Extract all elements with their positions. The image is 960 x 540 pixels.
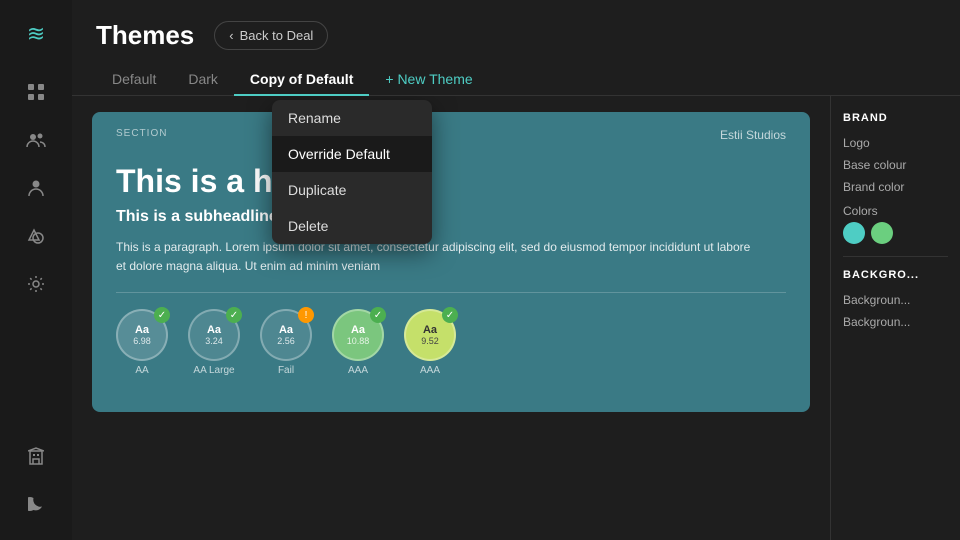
context-menu-override-default[interactable]: Override Default — [272, 136, 432, 172]
contrast-circle-aa-large: Aa 3.24 ✓ — [188, 309, 240, 361]
brand-section-title: BRAND — [843, 112, 948, 124]
color-dot-1[interactable] — [843, 222, 865, 244]
header: Themes ‹ Back to Deal — [72, 0, 960, 51]
color-dot-2[interactable] — [871, 222, 893, 244]
content-area: Rename Override Default Duplicate Delete… — [72, 96, 960, 540]
preview-headline: This is a headline — [116, 163, 786, 200]
right-item-background-1[interactable]: Backgroun... — [843, 293, 948, 307]
tab-dark[interactable]: Dark — [172, 63, 234, 95]
studio-label: Estii Studios — [720, 128, 786, 142]
context-menu: Rename Override Default Duplicate Delete — [272, 100, 432, 244]
badge-aa: ✓ — [154, 307, 170, 323]
contrast-aa: Aa 6.98 ✓ AA — [116, 309, 168, 376]
context-menu-delete[interactable]: Delete — [272, 208, 432, 244]
contrast-aaa-2: Aa 9.52 ✓ AAA — [404, 309, 456, 376]
right-item-base-colour[interactable]: Base colour — [843, 158, 948, 172]
right-item-brand-color[interactable]: Brand color — [843, 180, 948, 194]
section-label: SECTION — [116, 128, 167, 139]
tab-copy-of-default[interactable]: Copy of Default — [234, 63, 369, 95]
badge-aa-large: ✓ — [226, 307, 242, 323]
person-icon[interactable] — [16, 168, 56, 208]
back-chevron-icon: ‹ — [229, 28, 233, 43]
context-menu-duplicate[interactable]: Duplicate — [272, 172, 432, 208]
back-button-label: Back to Deal — [240, 28, 314, 43]
colors-label: Colors — [843, 204, 948, 218]
grid-icon[interactable] — [16, 72, 56, 112]
back-to-deal-button[interactable]: ‹ Back to Deal — [214, 21, 328, 50]
right-panel: BRAND Logo Base colour Brand color Color… — [830, 96, 960, 540]
tabs-bar: Default Dark Copy of Default + New Theme — [72, 51, 960, 96]
page-title: Themes — [96, 20, 194, 51]
badge-fail: ! — [298, 307, 314, 323]
contrast-aaa-1: Aa 10.88 ✓ AAA — [332, 309, 384, 376]
main-content: Themes ‹ Back to Deal Default Dark Copy … — [72, 0, 960, 540]
contrast-row: Aa 6.98 ✓ AA Aa 3.24 ✓ AA Large — [116, 309, 786, 376]
preview-subheadline: This is a subheadline — [116, 208, 786, 226]
users-icon[interactable] — [16, 120, 56, 160]
contrast-circle-aaa-2: Aa 9.52 ✓ — [404, 309, 456, 361]
settings-icon[interactable] — [16, 264, 56, 304]
contrast-fail: Aa 2.56 ! Fail — [260, 309, 312, 376]
right-item-logo[interactable]: Logo — [843, 136, 948, 150]
logo-icon: ≋ — [18, 16, 54, 52]
shapes-icon[interactable] — [16, 216, 56, 256]
badge-aaa-2: ✓ — [442, 307, 458, 323]
theme-preview-card: SECTION Estii Studios This is a headline… — [92, 112, 810, 412]
color-dots — [843, 222, 948, 244]
preview-paragraph: This is a paragraph. Lorem ipsum dolor s… — [116, 238, 756, 276]
sidebar: ≋ — [0, 0, 72, 540]
new-theme-button[interactable]: + New Theme — [369, 63, 488, 95]
tab-default[interactable]: Default — [96, 63, 172, 95]
contrast-circle-fail: Aa 2.56 ! — [260, 309, 312, 361]
preview-panel: Rename Override Default Duplicate Delete… — [72, 96, 830, 540]
context-menu-rename[interactable]: Rename — [272, 100, 432, 136]
contrast-circle-aaa-1: Aa 10.88 ✓ — [332, 309, 384, 361]
contrast-aa-large: Aa 3.24 ✓ AA Large — [188, 309, 240, 376]
preview-divider — [116, 292, 786, 293]
contrast-circle-aa: Aa 6.98 ✓ — [116, 309, 168, 361]
moon-icon[interactable] — [16, 484, 56, 524]
right-divider — [843, 256, 948, 257]
right-item-background-2[interactable]: Backgroun... — [843, 315, 948, 329]
building-icon[interactable] — [16, 436, 56, 476]
background-section-title: BACKGRO... — [843, 269, 948, 281]
badge-aaa-1: ✓ — [370, 307, 386, 323]
